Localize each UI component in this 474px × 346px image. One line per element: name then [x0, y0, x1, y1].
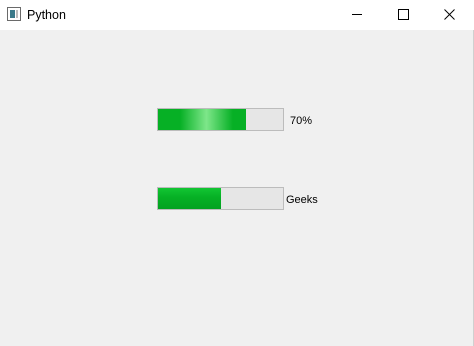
progress-bar-text[interactable] — [157, 187, 284, 210]
client-area: 70% Geeks — [0, 30, 474, 346]
app-window-icon[interactable] — [7, 7, 21, 21]
title-bar[interactable]: Python — [0, 0, 474, 30]
progress-fill — [158, 188, 221, 209]
progress-text-label: Geeks — [286, 194, 318, 206]
maximize-button[interactable] — [380, 0, 426, 30]
minimize-button[interactable] — [334, 0, 380, 30]
window-title: Python — [27, 8, 66, 22]
progress-percent-label: 70% — [290, 115, 313, 127]
progress-fill — [158, 109, 246, 130]
minimize-icon — [352, 14, 362, 15]
progress-bar-percent[interactable] — [157, 108, 284, 131]
app-window: Python 70% Geeks — [0, 0, 474, 346]
maximize-icon — [398, 9, 409, 20]
close-icon — [444, 9, 455, 20]
close-button[interactable] — [426, 0, 472, 30]
